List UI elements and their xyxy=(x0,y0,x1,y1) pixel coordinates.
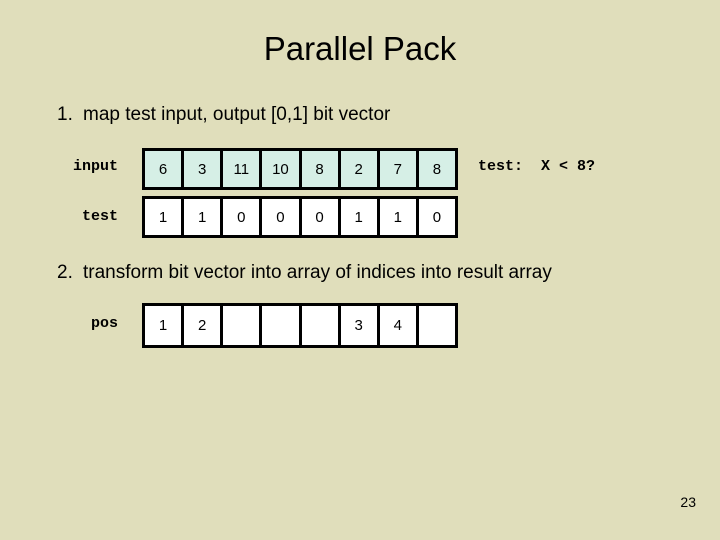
array-cell: 2 xyxy=(184,306,224,345)
array-cell: 3 xyxy=(184,151,224,187)
array-cell: 0 xyxy=(262,199,302,235)
array-label-test: test xyxy=(81,208,118,225)
array-cell: 1 xyxy=(145,199,185,235)
array-cell xyxy=(301,306,341,345)
array-cell: 6 xyxy=(145,151,185,187)
array-label-pos: pos xyxy=(90,315,118,332)
test-annotation: test: X < 8? xyxy=(478,158,595,175)
array-test: 1 1 0 0 0 1 1 0 xyxy=(142,196,458,238)
array-cell: 0 xyxy=(223,199,263,235)
array-cell: 2 xyxy=(340,151,380,187)
array-cell xyxy=(223,306,263,345)
array-cell: 11 xyxy=(223,151,263,187)
array-cell: 3 xyxy=(340,306,380,345)
array-label-input: input xyxy=(72,158,118,175)
array-cell: 1 xyxy=(340,199,380,235)
array-cell: 4 xyxy=(379,306,419,345)
array-cell: 1 xyxy=(184,199,224,235)
array-cell: 0 xyxy=(301,199,341,235)
array-input: 6 3 11 10 8 2 7 8 xyxy=(142,148,458,190)
array-cell: 1 xyxy=(379,199,419,235)
test-annotation-expression: X < 8? xyxy=(541,158,596,175)
array-pos: 1 2 3 4 xyxy=(142,303,458,348)
array-cell: 1 xyxy=(145,306,185,345)
bullet-number-2: 2. xyxy=(57,262,73,283)
array-cell: 8 xyxy=(301,151,341,187)
bullet-text-1: map test input, output [0,1] bit vector xyxy=(83,104,391,125)
array-cell: 0 xyxy=(418,199,455,235)
bullet-text-2: transform bit vector into array of indic… xyxy=(83,262,552,283)
array-cell: 8 xyxy=(418,151,455,187)
array-cell: 10 xyxy=(262,151,302,187)
bullet-item-2: 2. transform bit vector into array of ind… xyxy=(57,262,552,284)
bullet-item-1: 1. map test input, output [0,1] bit vecto… xyxy=(57,104,390,126)
array-cell xyxy=(418,306,455,345)
bullet-number-1: 1. xyxy=(57,104,73,125)
test-annotation-label: test: xyxy=(478,158,524,175)
page-title: Parallel Pack xyxy=(263,30,457,67)
array-cell: 7 xyxy=(379,151,419,187)
page-number: 23 xyxy=(680,494,696,510)
array-cell xyxy=(262,306,302,345)
slide-canvas: Parallel Pack 1. map test input, output [… xyxy=(0,0,720,540)
